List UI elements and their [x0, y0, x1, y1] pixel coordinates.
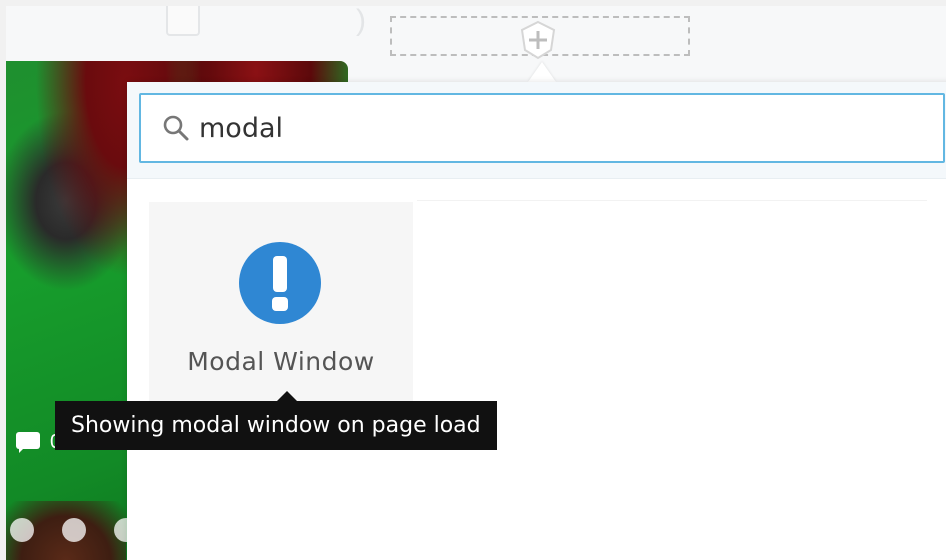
- search-icon: [163, 115, 189, 141]
- comment-icon: [16, 431, 42, 454]
- result-modal-window[interactable]: Modal Window: [149, 202, 413, 402]
- element-picker-popup: Modal Window: [127, 82, 946, 560]
- search-field[interactable]: [139, 93, 945, 163]
- slider-dots: [6, 516, 138, 546]
- plus-icon[interactable]: [518, 20, 558, 60]
- decorative-paren: ): [356, 6, 366, 37]
- search-input[interactable]: [199, 112, 899, 144]
- tooltip-arrow: [277, 391, 297, 401]
- element-placeholder: [166, 6, 200, 36]
- tooltip: Showing modal window on page load: [55, 401, 497, 450]
- search-bar: [127, 82, 946, 179]
- slider-dot[interactable]: [62, 518, 86, 542]
- editor-canvas: 0 ): [6, 6, 946, 560]
- popup-notch: [528, 62, 556, 82]
- slider-dot[interactable]: [10, 518, 34, 542]
- result-label: Modal Window: [187, 347, 375, 376]
- exclamation-circle-icon: [239, 242, 321, 324]
